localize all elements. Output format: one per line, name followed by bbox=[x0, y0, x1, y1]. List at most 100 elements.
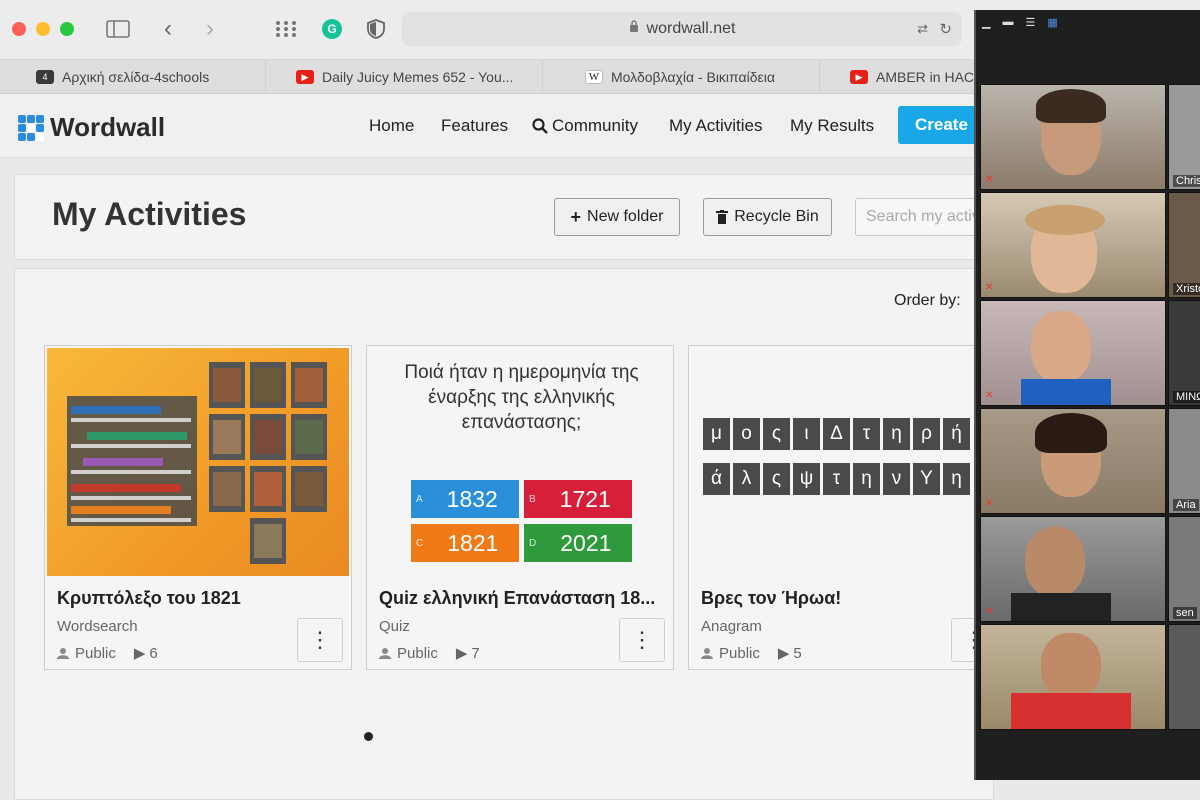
wordwall-logo[interactable]: Wordwall bbox=[18, 112, 165, 143]
grid-apps-icon[interactable] bbox=[272, 16, 300, 42]
participant-video[interactable] bbox=[1168, 624, 1200, 730]
nav-my-results[interactable]: My Results bbox=[790, 116, 874, 136]
activity-card[interactable]: Ποιά ήταν η ημερομηνία της έναρξης της ε… bbox=[366, 345, 674, 670]
activity-type: Quiz bbox=[379, 618, 410, 635]
participant-video[interactable]: ✕ bbox=[980, 408, 1166, 514]
activity-title[interactable]: Quiz ελληνική Επανάσταση 18... bbox=[379, 588, 661, 609]
answer-text: 1721 bbox=[559, 485, 611, 512]
minimize-icon[interactable]: ▁ bbox=[982, 16, 990, 29]
participant-video[interactable]: Aria bbox=[1168, 408, 1200, 514]
recycle-bin-label: Recycle Bin bbox=[734, 208, 819, 225]
browser-tab[interactable]: ▶ Daily Juicy Memes 652 - You... bbox=[266, 60, 543, 94]
minimize-window-button[interactable] bbox=[36, 22, 50, 36]
anagram-letter-tile: ς bbox=[763, 463, 790, 495]
tab-label: AMBER in HACK bbox=[876, 69, 980, 85]
reload-icon[interactable]: ↻ bbox=[939, 20, 952, 38]
more-options-icon[interactable]: ⋮ bbox=[297, 618, 343, 662]
anagram-letter-tile: ρ bbox=[913, 418, 940, 450]
nav-my-activities[interactable]: My Activities bbox=[669, 116, 763, 136]
participant-video[interactable]: ✕ bbox=[980, 300, 1166, 406]
tab-label: Daily Juicy Memes 652 - You... bbox=[322, 69, 514, 85]
participant-name: ΜΙΝΩ bbox=[1173, 391, 1200, 403]
activity-meta: Public ▶ 5 bbox=[701, 644, 802, 662]
muted-mic-icon: ✕ bbox=[985, 606, 994, 617]
anagram-letter-tile: ψ bbox=[793, 463, 820, 495]
recycle-bin-button[interactable]: Recycle Bin bbox=[703, 198, 832, 236]
user-icon bbox=[57, 648, 69, 659]
answer-text: 1821 bbox=[447, 529, 499, 556]
visibility-label: Public bbox=[75, 644, 116, 662]
activity-type: Wordsearch bbox=[57, 618, 138, 635]
search-icon bbox=[532, 118, 548, 134]
browser-tab[interactable]: 4 Αρχική σελίδα-4schools bbox=[0, 60, 266, 94]
close-window-button[interactable] bbox=[12, 22, 26, 36]
nav-features[interactable]: Features bbox=[441, 116, 508, 136]
mouse-cursor bbox=[364, 732, 373, 741]
participant-video[interactable]: ✕ bbox=[980, 192, 1166, 298]
gallery-view-icon[interactable]: ▦ bbox=[1047, 16, 1057, 29]
anagram-thumbnail: μοςιΔτηρή άλςψτηνΥη bbox=[691, 348, 987, 576]
strip-view-icon[interactable]: ☰ bbox=[1025, 16, 1035, 29]
participant-video[interactable]: ✕ bbox=[980, 516, 1166, 622]
user-icon bbox=[379, 648, 391, 659]
nav-community[interactable]: Community bbox=[532, 116, 638, 136]
new-folder-button[interactable]: + New folder bbox=[554, 198, 680, 236]
anagram-letter-tile: ι bbox=[793, 418, 820, 450]
zoom-window-button[interactable] bbox=[60, 22, 74, 36]
back-arrow-icon[interactable]: ‹ bbox=[156, 15, 180, 42]
play-icon: ▶ bbox=[133, 645, 146, 662]
play-icon: ▶ bbox=[777, 645, 790, 662]
nav-home[interactable]: Home bbox=[369, 116, 414, 136]
shield-icon[interactable] bbox=[364, 16, 388, 42]
more-options-icon[interactable]: ⋮ bbox=[619, 618, 665, 662]
participant-video[interactable]: Xristof bbox=[1168, 192, 1200, 298]
play-count: 6 bbox=[149, 644, 158, 662]
sidebar-toggle-icon[interactable] bbox=[104, 16, 132, 42]
participant-video[interactable]: ✕ bbox=[980, 84, 1166, 190]
youtube-icon: ▶ bbox=[296, 70, 314, 84]
answer-letter: D bbox=[529, 537, 537, 549]
activity-card[interactable]: μοςιΔτηρή άλςψτηνΥη Βρες τον Ήρωα! Anagr… bbox=[688, 345, 997, 670]
user-icon bbox=[701, 648, 713, 659]
visibility-label: Public bbox=[397, 644, 438, 662]
order-by-label[interactable]: Order by: bbox=[894, 292, 961, 310]
anagram-letter-tile: μ bbox=[703, 418, 730, 450]
participant-name: Christ bbox=[1173, 175, 1200, 187]
anagram-letter-tile: ς bbox=[763, 418, 790, 450]
wordsearch-grid-image bbox=[67, 362, 327, 564]
answer-a: A 1832 bbox=[411, 480, 519, 518]
translate-icon[interactable]: ⇄ bbox=[917, 21, 928, 37]
speaker-view-icon[interactable]: ▬ bbox=[1002, 16, 1013, 29]
participant-name: Xristof bbox=[1173, 283, 1200, 295]
anagram-letter-tile: η bbox=[883, 418, 910, 450]
play-icon: ▶ bbox=[455, 645, 468, 662]
wikipedia-icon: W bbox=[585, 70, 603, 84]
new-folder-label: New folder bbox=[587, 208, 664, 225]
participant-video[interactable] bbox=[980, 624, 1166, 730]
play-count: 5 bbox=[793, 644, 802, 662]
participant-video[interactable]: sen bbox=[1168, 516, 1200, 622]
participant-name: sen bbox=[1173, 607, 1197, 619]
anagram-letter-tile: η bbox=[943, 463, 970, 495]
anagram-row: άλςψτηνΥη bbox=[703, 463, 970, 495]
browser-tab[interactable]: ▶ AMBER in HACK bbox=[820, 60, 980, 94]
visibility-label: Public bbox=[719, 644, 760, 662]
grammarly-icon[interactable]: G bbox=[320, 16, 344, 42]
view-controls: ▁ ▬ ☰ ▦ bbox=[982, 16, 1058, 29]
activity-title[interactable]: Βρες τον Ήρωα! bbox=[701, 588, 983, 609]
video-call-panel: ▁ ▬ ☰ ▦ ✕ Christ ✕ Xristof ✕ ΜΙΝΩ ✕ Aria… bbox=[974, 10, 1200, 780]
activity-title[interactable]: Κρυπτόλεξο του 1821 bbox=[57, 588, 339, 609]
muted-mic-icon: ✕ bbox=[985, 498, 994, 509]
muted-mic-icon: ✕ bbox=[985, 174, 994, 185]
answer-c: C 1821 bbox=[411, 524, 519, 562]
answer-d: D 2021 bbox=[524, 524, 632, 562]
browser-tab[interactable]: W Μολδοβλαχία - Βικιπαίδεια bbox=[543, 60, 820, 94]
answer-text: 1832 bbox=[446, 485, 498, 512]
activity-card[interactable]: Κρυπτόλεξο του 1821 Wordsearch Public ▶ … bbox=[44, 345, 352, 670]
quiz-question: Ποιά ήταν η ημερομηνία της έναρξης της ε… bbox=[404, 362, 639, 433]
forward-arrow-icon[interactable]: › bbox=[198, 15, 222, 42]
address-bar[interactable]: wordwall.net ⇄ ↻ bbox=[402, 12, 962, 46]
trash-icon bbox=[716, 210, 729, 224]
participant-video[interactable]: Christ bbox=[1168, 84, 1200, 190]
participant-video[interactable]: ΜΙΝΩ bbox=[1168, 300, 1200, 406]
